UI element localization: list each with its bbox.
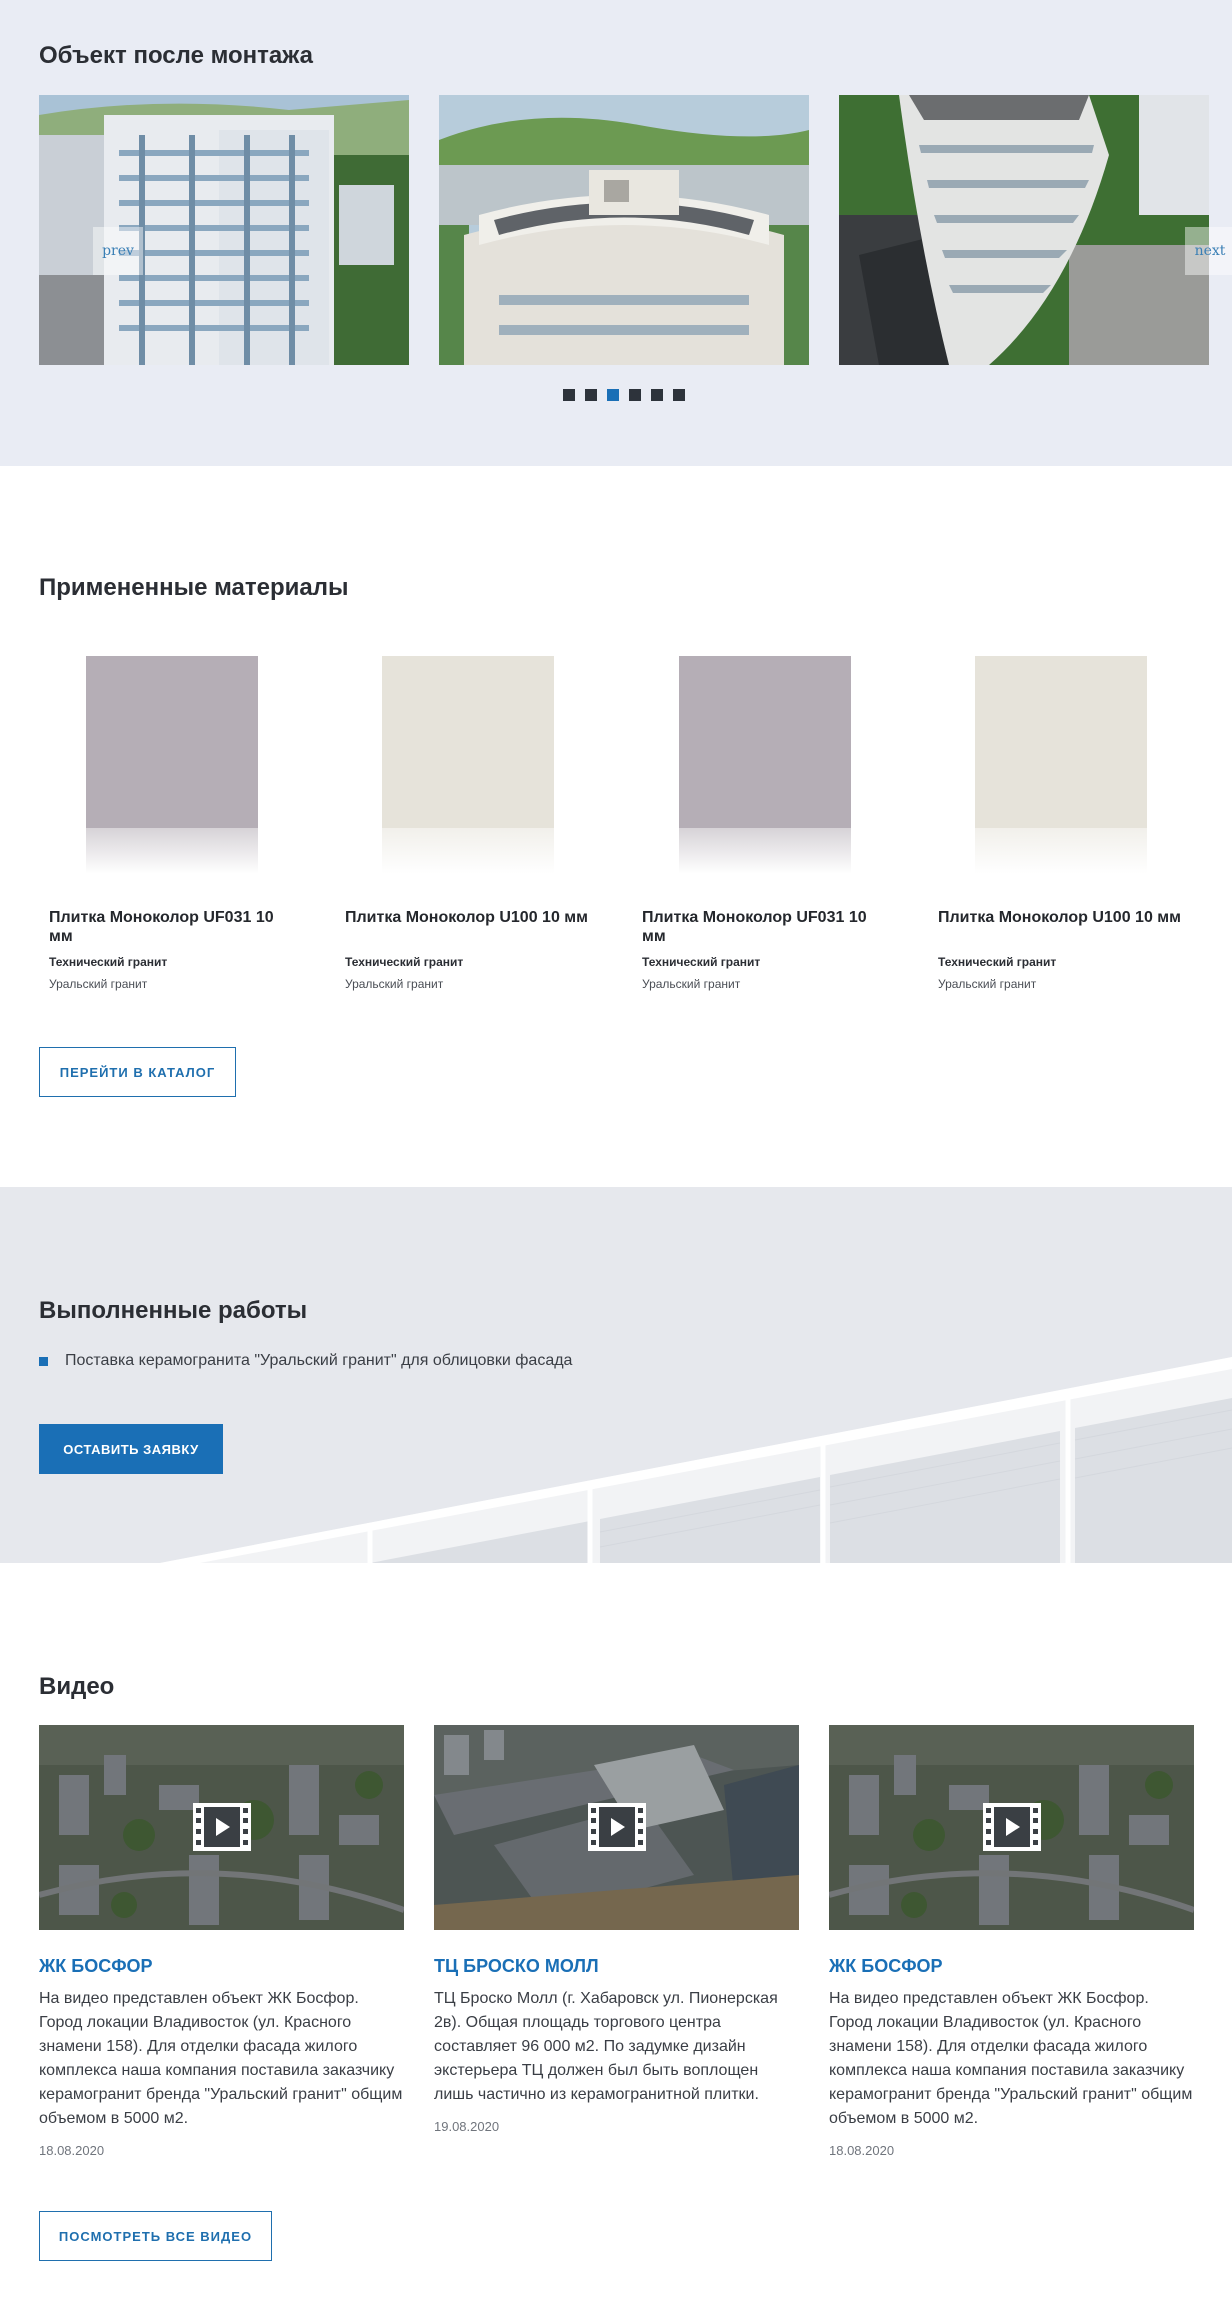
product-brand: Уральский гранит bbox=[938, 977, 1037, 991]
video-thumbnail[interactable] bbox=[434, 1725, 799, 1930]
building-photo-2 bbox=[439, 95, 809, 365]
product-type: Технический гранит bbox=[345, 955, 464, 969]
video-section-title: Видео bbox=[39, 1673, 115, 1700]
product-type: Технический гранит bbox=[938, 955, 1057, 969]
product-title[interactable]: Плитка Моноколор UF031 10 мм bbox=[642, 908, 892, 946]
product-card[interactable]: Плитка Моноколор UF031 10 мм Технический… bbox=[632, 640, 902, 1000]
carousel-dot-6[interactable] bbox=[673, 389, 685, 401]
product-title[interactable]: Плитка Моноколор U100 10 мм bbox=[938, 908, 1188, 927]
product-brand: Уральский гранит bbox=[49, 977, 148, 991]
product-image-reflection bbox=[975, 828, 1147, 874]
product-image-reflection bbox=[382, 828, 554, 874]
product-brand: Уральский гранит bbox=[642, 977, 741, 991]
product-image bbox=[679, 656, 851, 828]
works-section: Выполненные работы Поставка керамогранит… bbox=[0, 1187, 1232, 1563]
carousel-slide-3[interactable] bbox=[839, 95, 1209, 365]
carousel-slide-2[interactable] bbox=[439, 95, 809, 365]
video-play-icon[interactable] bbox=[983, 1803, 1041, 1851]
carousel-pagination bbox=[563, 389, 685, 401]
video-play-icon[interactable] bbox=[588, 1803, 646, 1851]
product-card[interactable]: Плитка Моноколор U100 10 мм Технический … bbox=[335, 640, 605, 1000]
product-image bbox=[975, 656, 1147, 828]
works-section-title: Выполненные работы bbox=[39, 1297, 308, 1324]
product-image bbox=[86, 656, 258, 828]
product-title[interactable]: Плитка Моноколор U100 10 мм bbox=[345, 908, 595, 927]
product-image-reflection bbox=[86, 828, 258, 874]
video-date: 18.08.2020 bbox=[39, 2143, 105, 2158]
carousel-dot-4[interactable] bbox=[629, 389, 641, 401]
video-thumbnail[interactable] bbox=[829, 1725, 1194, 1930]
carousel-dot-2[interactable] bbox=[585, 389, 597, 401]
works-item-text: Поставка керамогранита "Уральский гранит… bbox=[65, 1352, 573, 1369]
carousel-prev-button[interactable]: prev bbox=[93, 227, 143, 275]
facade-background-image bbox=[0, 1187, 1232, 1563]
video-title-link[interactable]: ЖК БОСФОР bbox=[39, 1956, 153, 1977]
video-play-icon[interactable] bbox=[193, 1803, 251, 1851]
object-section-title: Объект после монтажа bbox=[39, 42, 313, 69]
go-to-catalog-button[interactable]: ПЕРЕЙТИ В КАТАЛОГ bbox=[39, 1047, 236, 1097]
leave-request-button[interactable]: ОСТАВИТЬ ЗАЯВКУ bbox=[39, 1424, 223, 1474]
video-thumbnail[interactable] bbox=[39, 1725, 404, 1930]
product-type: Технический гранит bbox=[642, 955, 761, 969]
square-bullet-icon bbox=[39, 1356, 48, 1366]
video-description: На видео представлен объект ЖК Босфор. Г… bbox=[829, 1990, 1193, 2127]
product-title[interactable]: Плитка Моноколор UF031 10 мм bbox=[49, 908, 299, 946]
video-card: ТЦ БРОСКО МОЛЛ ТЦ Броско Молл (г. Хабаро… bbox=[434, 1725, 799, 2134]
product-card[interactable]: Плитка Моноколор UF031 10 мм Технический… bbox=[39, 640, 309, 1000]
product-image-reflection bbox=[679, 828, 851, 874]
video-title-link[interactable]: ТЦ БРОСКО МОЛЛ bbox=[434, 1956, 599, 1977]
video-card: ЖК БОСФОР На видео представлен объект ЖК… bbox=[829, 1725, 1194, 2158]
video-card: ЖК БОСФОР На видео представлен объект ЖК… bbox=[39, 1725, 404, 2158]
product-card[interactable]: Плитка Моноколор U100 10 мм Технический … bbox=[928, 640, 1198, 1000]
carousel-dot-5[interactable] bbox=[651, 389, 663, 401]
product-brand: Уральский гранит bbox=[345, 977, 444, 991]
product-type: Технический гранит bbox=[49, 955, 168, 969]
video-description: ТЦ Броско Молл (г. Хабаровск ул. Пионерс… bbox=[434, 1990, 778, 2103]
materials-section-title: Примененные материалы bbox=[39, 574, 349, 601]
works-list-item: Поставка керамогранита "Уральский гранит… bbox=[39, 1352, 572, 1370]
carousel-next-button[interactable]: next bbox=[1185, 227, 1232, 275]
product-image bbox=[382, 656, 554, 828]
photo-carousel[interactable]: prev next bbox=[39, 95, 1232, 365]
products-list: Плитка Моноколор UF031 10 мм Технический… bbox=[39, 640, 1209, 1000]
carousel-dot-1[interactable] bbox=[563, 389, 575, 401]
object-section: Объект после монтажа prev next bbox=[0, 0, 1232, 466]
video-date: 18.08.2020 bbox=[829, 2143, 895, 2158]
carousel-dot-3[interactable] bbox=[607, 389, 619, 401]
video-title-link[interactable]: ЖК БОСФОР bbox=[829, 1956, 943, 1977]
building-photo-3 bbox=[839, 95, 1209, 365]
view-all-videos-button[interactable]: ПОСМОТРЕТЬ ВСЕ ВИДЕО bbox=[39, 2211, 272, 2261]
video-description: На видео представлен объект ЖК Босфор. Г… bbox=[39, 1990, 403, 2127]
video-date: 19.08.2020 bbox=[434, 2119, 500, 2134]
